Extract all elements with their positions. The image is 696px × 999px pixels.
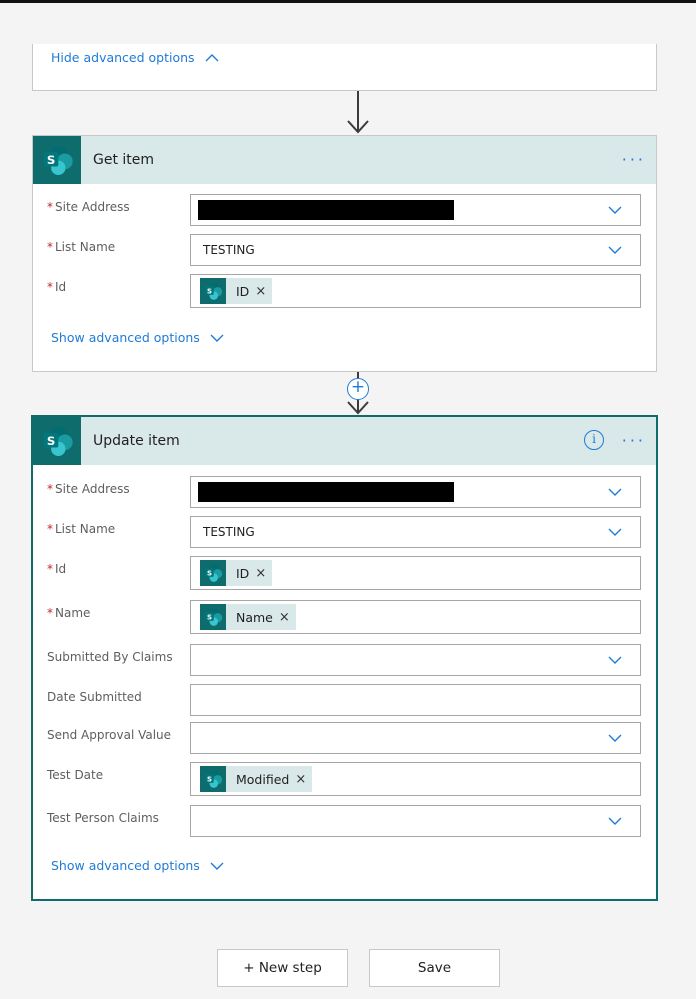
sharepoint-token-icon bbox=[200, 766, 226, 792]
get-item-header[interactable]: Get item ··· bbox=[33, 136, 656, 184]
field-label: Test Date bbox=[47, 768, 104, 782]
field-label: Id bbox=[55, 280, 67, 294]
site-address-dropdown[interactable] bbox=[190, 476, 641, 508]
hide-advanced-options-link[interactable]: Hide advanced options bbox=[51, 50, 219, 65]
dynamic-content-token: ID × bbox=[200, 278, 273, 304]
arrow-down-icon bbox=[347, 401, 369, 415]
sharepoint-token-icon bbox=[200, 560, 226, 586]
name-input[interactable]: Name × bbox=[190, 600, 641, 634]
field-row-site-address: * Site Address bbox=[33, 476, 656, 508]
more-options-icon[interactable]: ··· bbox=[622, 150, 646, 169]
chevron-down-icon[interactable] bbox=[608, 485, 622, 499]
chevron-down-icon bbox=[210, 859, 224, 873]
redacted-value bbox=[198, 200, 454, 220]
field-label: Site Address bbox=[55, 482, 130, 496]
remove-token-icon[interactable]: × bbox=[279, 610, 290, 625]
chevron-down-icon[interactable] bbox=[608, 653, 622, 667]
test-person-claims-dropdown[interactable] bbox=[190, 805, 641, 837]
sharepoint-token-icon bbox=[200, 278, 226, 304]
field-label: Send Approval Value bbox=[47, 728, 172, 742]
required-marker: * bbox=[47, 200, 53, 214]
field-label: Test Person Claims bbox=[47, 811, 159, 825]
info-icon[interactable]: i bbox=[584, 430, 604, 450]
field-value: TESTING bbox=[203, 243, 255, 257]
arrow-down-icon bbox=[347, 120, 369, 134]
site-address-dropdown[interactable] bbox=[190, 194, 641, 226]
field-row-test-date: Test Date Modified × bbox=[33, 762, 656, 796]
remove-token-icon[interactable]: × bbox=[295, 772, 306, 787]
required-marker: * bbox=[47, 522, 53, 536]
required-marker: * bbox=[47, 562, 53, 576]
required-marker: * bbox=[47, 482, 53, 496]
field-value: TESTING bbox=[203, 525, 255, 539]
field-row-list-name: * List Name TESTING bbox=[33, 516, 656, 548]
update-item-header[interactable]: Update item i ··· bbox=[33, 417, 656, 465]
send-approval-value-dropdown[interactable] bbox=[190, 722, 641, 754]
field-row-date-submitted: Date Submitted bbox=[33, 684, 656, 716]
field-row-id: * Id ID × bbox=[33, 274, 656, 308]
field-row-id: * Id ID × bbox=[33, 556, 656, 590]
chevron-down-icon[interactable] bbox=[608, 203, 622, 217]
remove-token-icon[interactable]: × bbox=[255, 566, 266, 581]
field-row-list-name: * List Name TESTING bbox=[33, 234, 656, 266]
field-row-name: * Name Name × bbox=[33, 600, 656, 634]
field-label: List Name bbox=[55, 522, 116, 536]
list-name-dropdown[interactable]: TESTING bbox=[190, 516, 641, 548]
field-label: Submitted By Claims bbox=[47, 650, 173, 664]
chevron-down-icon bbox=[210, 331, 224, 345]
window-top-border bbox=[0, 0, 696, 3]
date-submitted-input[interactable] bbox=[190, 684, 641, 716]
field-label: Date Submitted bbox=[47, 690, 142, 704]
field-row-send-approval-value: Send Approval Value bbox=[33, 722, 656, 754]
field-row-submitted-by-claims: Submitted By Claims bbox=[33, 644, 656, 676]
field-row-site-address: * Site Address bbox=[33, 194, 656, 226]
sharepoint-logo-icon bbox=[33, 417, 81, 465]
card-title: Get item bbox=[93, 152, 155, 168]
chevron-down-icon[interactable] bbox=[608, 814, 622, 828]
update-item-card: Update item i ··· * Site Address * List Na… bbox=[31, 415, 658, 901]
list-name-dropdown[interactable]: TESTING bbox=[190, 234, 641, 266]
required-marker: * bbox=[47, 606, 53, 620]
dynamic-content-token: ID × bbox=[200, 560, 273, 586]
test-date-input[interactable]: Modified × bbox=[190, 762, 641, 796]
id-input[interactable]: ID × bbox=[190, 556, 641, 590]
chevron-down-icon[interactable] bbox=[608, 525, 622, 539]
required-marker: * bbox=[47, 280, 53, 294]
field-row-test-person-claims: Test Person Claims bbox=[33, 805, 656, 837]
submitted-by-claims-dropdown[interactable] bbox=[190, 644, 641, 676]
chevron-down-icon[interactable] bbox=[608, 243, 622, 257]
chevron-down-icon[interactable] bbox=[608, 731, 622, 745]
new-step-button[interactable]: + New step bbox=[217, 949, 348, 987]
field-label: Site Address bbox=[55, 200, 130, 214]
redacted-value bbox=[198, 482, 454, 502]
remove-token-icon[interactable]: × bbox=[255, 284, 266, 299]
field-label: List Name bbox=[55, 240, 116, 254]
show-advanced-options-link[interactable]: Show advanced options bbox=[51, 330, 224, 345]
sharepoint-logo-icon bbox=[33, 136, 81, 184]
card-title: Update item bbox=[93, 433, 180, 449]
previous-action-card: Hide advanced options bbox=[32, 44, 657, 91]
dynamic-content-token: Name × bbox=[200, 604, 296, 630]
id-input[interactable]: ID × bbox=[190, 274, 641, 308]
show-advanced-options-link[interactable]: Show advanced options bbox=[51, 858, 224, 873]
save-button[interactable]: Save bbox=[369, 949, 500, 987]
required-marker: * bbox=[47, 240, 53, 254]
insert-step-button[interactable]: + bbox=[347, 378, 369, 400]
field-label: Name bbox=[55, 606, 91, 620]
dynamic-content-token: Modified × bbox=[200, 766, 313, 792]
field-label: Id bbox=[55, 562, 67, 576]
sharepoint-token-icon bbox=[200, 604, 226, 630]
more-options-icon[interactable]: ··· bbox=[622, 431, 646, 450]
get-item-card: Get item ··· * Site Address * List Name TE… bbox=[32, 135, 657, 372]
chevron-up-icon bbox=[205, 53, 219, 61]
